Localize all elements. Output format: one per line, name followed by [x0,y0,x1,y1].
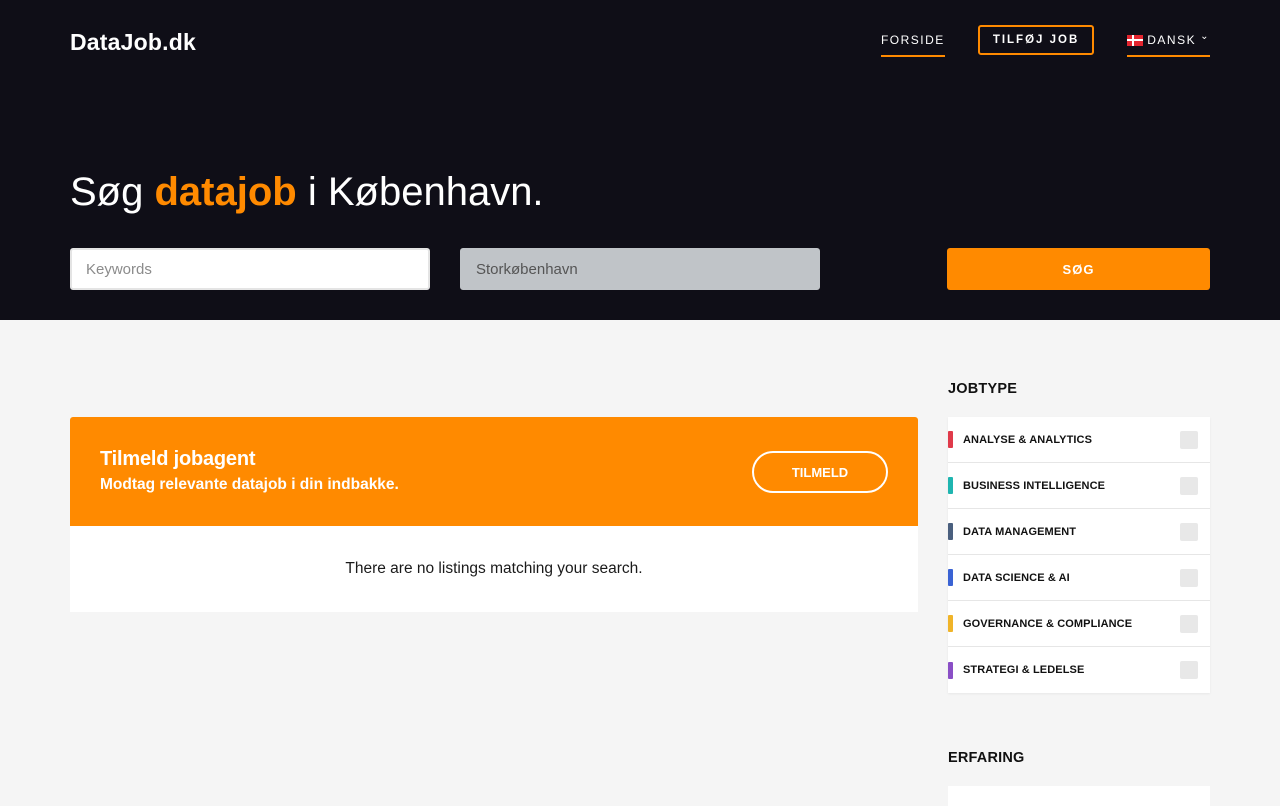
jobtype-checkbox[interactable] [1180,477,1198,495]
jobtype-color-marker [948,569,953,586]
jobtype-checkbox[interactable] [1180,431,1198,449]
add-job-button[interactable]: TILFØJ JOB [977,25,1095,55]
erfaring-heading: ERFARING [948,750,1025,766]
chevron-down-icon: ⌄ [1200,30,1210,42]
jobtype-color-marker [948,615,953,632]
hero-section: DataJob.dk FORSIDE TILFØJ JOB DANSK ⌄ Sø… [0,0,1280,320]
jobtype-color-marker [948,477,953,494]
hero-headline: Søg datajob i København. [70,170,544,215]
jobtype-color-marker [948,431,953,448]
jobtype-label: Strategi & Ledelse [963,664,1085,676]
jobtype-filter-list: Analyse & Analytics Business Intelligence… [948,417,1210,693]
jobtype-filter-item[interactable]: Business Intelligence [948,463,1210,509]
jobtype-filter-item[interactable]: Analyse & Analytics [948,417,1210,463]
results-column: Tilmeld jobagent Modtag relevante datajo… [70,417,918,612]
content-area: Tilmeld jobagent Modtag relevante datajo… [0,320,1280,806]
no-results-message: There are no listings matching your sear… [70,526,918,612]
jobtype-label: Governance & Compliance [963,617,1133,630]
jobtype-label: Analyse & Analytics [963,433,1093,446]
job-agent-subtitle: Modtag relevante datajob i din indbakke. [100,476,399,493]
search-button[interactable]: SØG [947,248,1210,290]
jobtype-filter-item[interactable]: Governance & Compliance [948,601,1210,647]
jobtype-checkbox[interactable] [1180,661,1198,679]
jobtype-label: Business Intelligence [963,479,1106,492]
jobtype-color-marker [948,661,953,679]
jobtype-checkbox[interactable] [1180,615,1198,633]
jobtype-heading: JOBTYPE [948,381,1018,397]
language-dropdown[interactable]: DANSK ⌄ [1127,27,1210,57]
language-selector[interactable]: DANSK ⌄ [1127,27,1210,57]
top-nav: DataJob.dk FORSIDE TILFØJ JOB DANSK ⌄ [70,0,1210,84]
headline-suffix: i København. [307,170,544,214]
job-agent-title: Tilmeld jobagent [100,448,256,470]
jobtype-filter-item[interactable]: Data Science & AI [948,555,1210,601]
location-input[interactable] [460,248,820,290]
jobtype-checkbox[interactable] [1180,569,1198,587]
search-bar: SØG [70,248,1210,290]
nav-forside-link[interactable]: FORSIDE [880,27,945,57]
jobtype-label: Data Science & AI [963,571,1070,584]
jobtype-color-marker [948,523,953,540]
jobtype-filter-item[interactable]: Data Management [948,509,1210,555]
headline-prefix: Søg [70,170,144,214]
danish-flag-icon [1127,34,1144,46]
nav-links: FORSIDE TILFØJ JOB DANSK ⌄ [848,25,1210,57]
headline-accent: datajob [154,170,297,214]
erfaring-filter-list [948,786,1210,806]
jobtype-label: Data Management [963,525,1077,538]
jobtype-filter-item[interactable]: Strategi & Ledelse [948,647,1210,693]
jobtype-checkbox[interactable] [1180,523,1198,541]
site-logo[interactable]: DataJob.dk [70,29,196,56]
keywords-input[interactable] [70,248,430,290]
job-agent-banner: Tilmeld jobagent Modtag relevante datajo… [70,417,918,526]
subscribe-button[interactable]: TILMELD [752,451,888,493]
language-label: DANSK [1147,33,1197,47]
